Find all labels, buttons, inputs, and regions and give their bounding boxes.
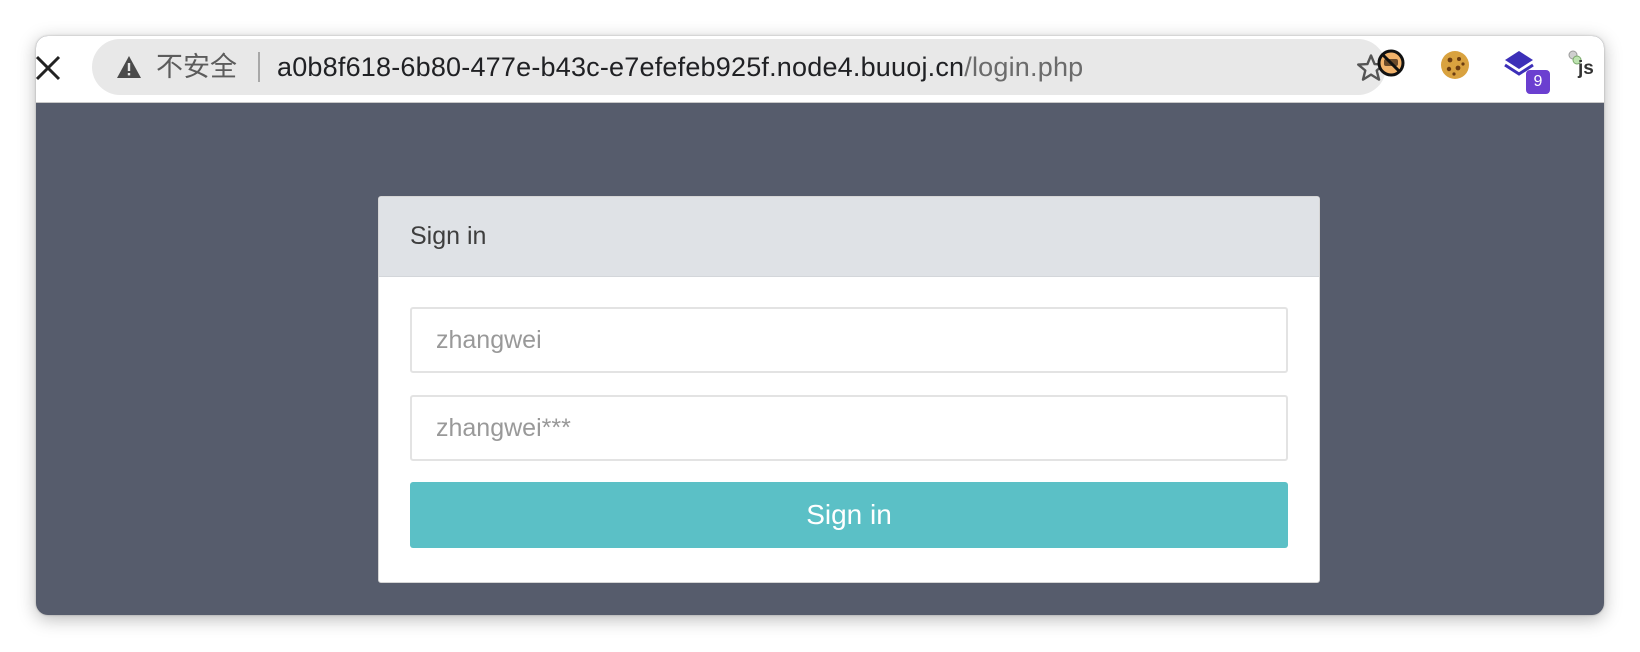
address-bar-divider [258,52,260,82]
url-path: /login.php [964,52,1084,82]
login-card-title: Sign in [410,222,487,250]
extension-badge: 9 [1526,70,1550,94]
no-tracking-extension-icon[interactable] [1374,48,1408,82]
js-extension-label: js [1578,58,1594,79]
login-card-header: Sign in [379,197,1319,277]
js-extension-icon[interactable]: js [1566,48,1604,82]
close-tab-icon[interactable] [36,51,62,85]
cookie-extension-icon[interactable] [1438,48,1472,82]
url-text[interactable]: a0b8f618-6b80-477e-b43c-e7efefeb925f.nod… [277,52,1083,82]
browser-toolbar: 不安全 a0b8f618-6b80-477e-b43c-e7efefeb925f… [36,36,1604,103]
sign-in-button[interactable]: Sign in [410,482,1288,548]
username-input[interactable] [410,307,1288,373]
browser-window: 不安全 a0b8f618-6b80-477e-b43c-e7efefeb925f… [36,36,1604,615]
password-input[interactable] [410,395,1288,461]
login-card: Sign in Sign in [378,196,1320,583]
address-bar[interactable]: 不安全 a0b8f618-6b80-477e-b43c-e7efefeb925f… [92,39,1386,95]
warning-icon[interactable] [116,55,142,79]
security-status-label[interactable]: 不安全 [156,52,237,82]
url-host: a0b8f618-6b80-477e-b43c-e7efefeb925f.nod… [277,52,965,82]
